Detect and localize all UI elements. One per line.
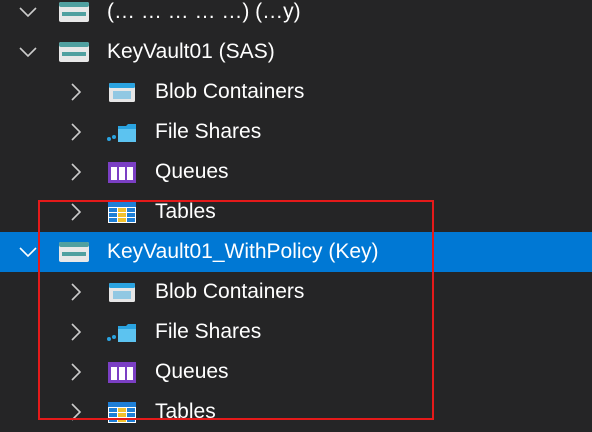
tree-item-label: Queues <box>155 360 229 383</box>
chevron-right-icon[interactable] <box>66 162 86 182</box>
tree-item-label: File Shares <box>155 320 262 343</box>
tree-item-label: (… … … … …) (…y) <box>107 0 301 23</box>
tree-item-label: KeyVault01_WithPolicy (Key) <box>107 240 379 263</box>
tree-item-label: Queues <box>155 160 229 183</box>
tree-item-label: File Shares <box>155 120 262 143</box>
tree-item-account-keyvault01-sas[interactable]: KeyVault01 (SAS) <box>0 32 592 72</box>
tree-item-label: KeyVault01 (SAS) <box>107 40 275 63</box>
tree-item-blob-containers[interactable]: Blob Containers <box>0 72 592 112</box>
chevron-right-icon[interactable] <box>66 202 86 222</box>
storage-account-icon <box>58 240 90 264</box>
storage-explorer-tree: (… … … … …) (…y) KeyVault01 (SAS) Blob C… <box>0 0 592 432</box>
chevron-down-icon[interactable] <box>18 2 38 22</box>
chevron-right-icon[interactable] <box>66 122 86 142</box>
tree-item-label: Tables <box>155 200 216 223</box>
queues-icon <box>106 160 138 184</box>
tree-item-tables[interactable]: Tables <box>0 392 592 432</box>
file-shares-icon <box>106 120 138 144</box>
queues-icon <box>106 360 138 384</box>
chevron-right-icon[interactable] <box>66 402 86 422</box>
tree-item-file-shares[interactable]: File Shares <box>0 112 592 152</box>
tree-item-label: Blob Containers <box>155 280 305 303</box>
tree-item-file-shares[interactable]: File Shares <box>0 312 592 352</box>
chevron-right-icon[interactable] <box>66 362 86 382</box>
tables-icon <box>106 200 138 224</box>
tree-item-partial-account[interactable]: (… … … … …) (…y) <box>0 0 592 32</box>
storage-account-icon <box>58 0 90 24</box>
tables-icon <box>106 400 138 424</box>
blob-containers-icon <box>106 280 138 304</box>
blob-containers-icon <box>106 80 138 104</box>
tree-item-blob-containers[interactable]: Blob Containers <box>0 272 592 312</box>
chevron-down-icon[interactable] <box>18 42 38 62</box>
tree-item-label: Tables <box>155 400 216 423</box>
tree-item-tables[interactable]: Tables <box>0 192 592 232</box>
file-shares-icon <box>106 320 138 344</box>
chevron-right-icon[interactable] <box>66 282 86 302</box>
storage-account-icon <box>58 40 90 64</box>
tree-item-queues[interactable]: Queues <box>0 352 592 392</box>
chevron-down-icon[interactable] <box>18 242 38 262</box>
tree-item-queues[interactable]: Queues <box>0 152 592 192</box>
tree-item-label: Blob Containers <box>155 80 305 103</box>
tree-item-account-keyvault01-withpolicy[interactable]: KeyVault01_WithPolicy (Key) <box>0 232 592 272</box>
chevron-right-icon[interactable] <box>66 82 86 102</box>
chevron-right-icon[interactable] <box>66 322 86 342</box>
